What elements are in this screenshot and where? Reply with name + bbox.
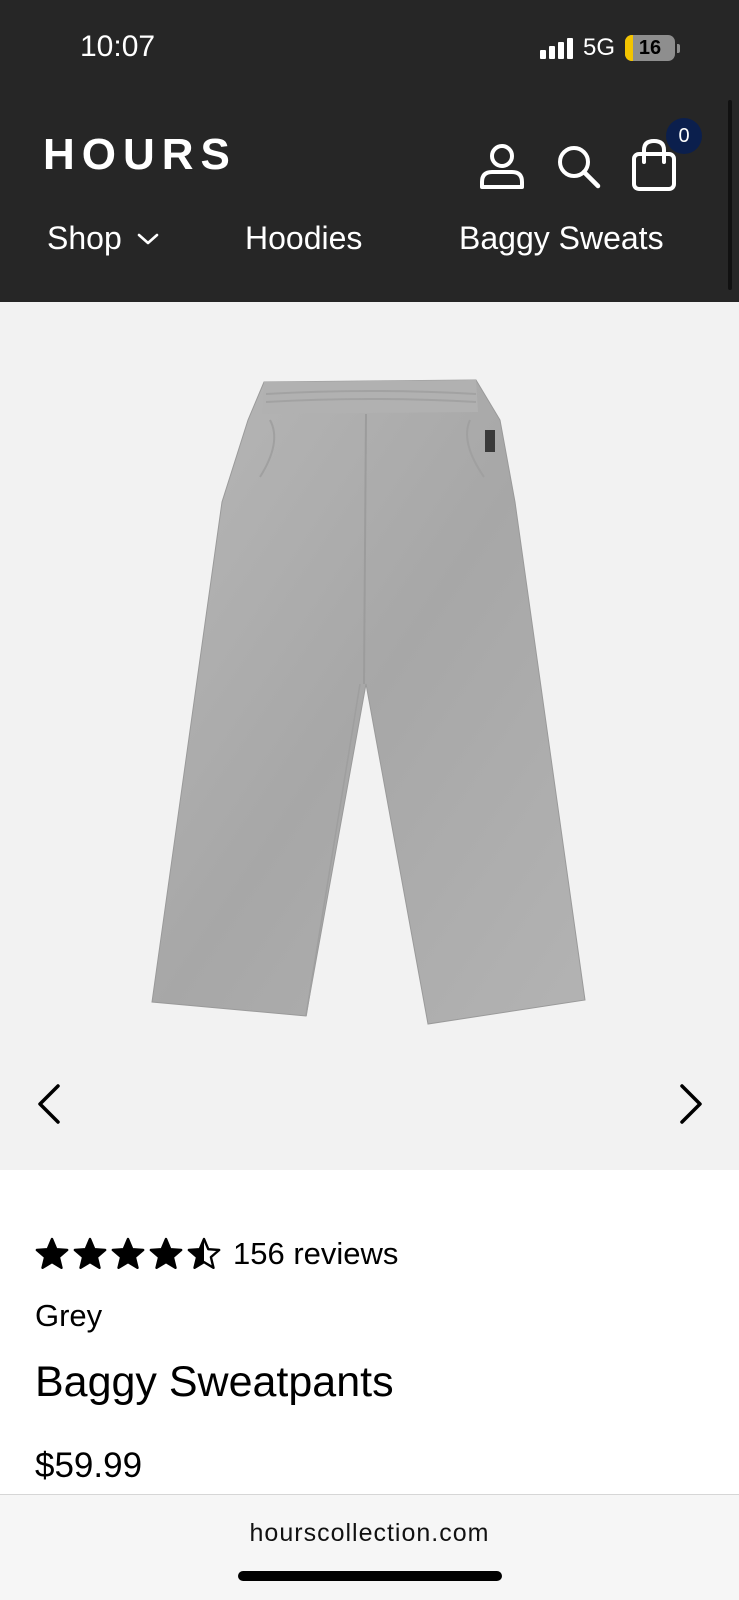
brand-logo[interactable]: HOURS: [43, 130, 237, 180]
product-title: Baggy Sweatpants: [35, 1358, 394, 1406]
review-count[interactable]: 156 reviews: [233, 1236, 398, 1272]
nav-hoodies[interactable]: Hoodies: [245, 220, 362, 257]
star-full-icon: [111, 1237, 145, 1269]
product-price: $59.99: [35, 1446, 143, 1485]
network-type: 5G: [583, 34, 616, 61]
account-icon[interactable]: [478, 142, 526, 190]
chevron-down-icon: [137, 233, 159, 244]
url-domain[interactable]: hourscollection.com: [0, 1519, 739, 1548]
nav-shop[interactable]: Shop: [47, 220, 160, 257]
product-gallery[interactable]: [0, 302, 739, 1170]
battery-level: 16: [638, 36, 662, 59]
cart-count-badge: 0: [666, 118, 702, 154]
home-indicator[interactable]: [238, 1571, 502, 1581]
status-time: 10:07: [80, 30, 156, 63]
battery-cap: [677, 43, 681, 53]
signal-icon: [540, 37, 573, 59]
search-icon[interactable]: [556, 144, 602, 190]
browser-address-bar[interactable]: hourscollection.com: [0, 1494, 739, 1600]
nav-scrollbar[interactable]: [728, 100, 732, 290]
star-rating: [35, 1237, 225, 1271]
site-header: 10:07 5G 16 HOURS 0 Shop Hoodies Baggy S…: [0, 0, 739, 302]
product-image: [151, 379, 586, 1025]
chevron-left-icon[interactable]: [34, 1082, 64, 1126]
nav-baggy-sweats[interactable]: Baggy Sweats: [459, 220, 664, 257]
battery-icon: 16: [625, 35, 676, 61]
star-full-icon: [149, 1237, 183, 1269]
battery-fill: [625, 35, 634, 61]
star-half-icon: [187, 1237, 221, 1269]
status-indicators: 5G 16: [540, 34, 681, 62]
chevron-right-icon[interactable]: [676, 1082, 706, 1126]
star-full-icon: [73, 1237, 107, 1269]
star-full-icon: [35, 1237, 69, 1269]
product-color: Grey: [35, 1298, 103, 1333]
rating-row[interactable]: 156 reviews: [35, 1236, 398, 1272]
nav-shop-label: Shop: [47, 220, 122, 256]
